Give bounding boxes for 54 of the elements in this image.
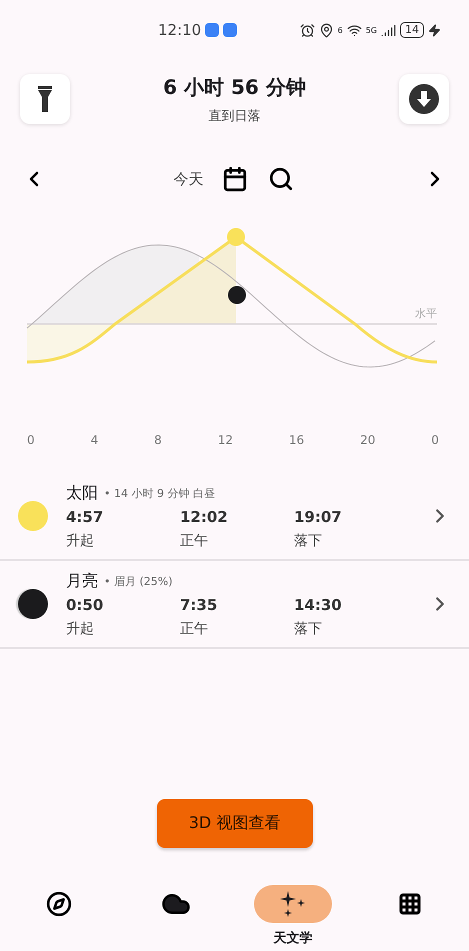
event-label: 正午 — [180, 620, 209, 638]
hour-tick: 20 — [360, 433, 376, 447]
download-button[interactable] — [398, 74, 449, 124]
moon-position-marker — [228, 286, 246, 304]
moon-icon — [18, 589, 48, 619]
event-label: 落下 — [294, 532, 323, 550]
signal-icon — [381, 22, 396, 38]
alarm-icon — [300, 22, 315, 38]
hour-tick: 16 — [288, 433, 304, 447]
nav-label: 天文学 — [274, 930, 313, 947]
event-time: 19:07 — [294, 508, 343, 526]
event-time: 7:35 — [180, 596, 218, 614]
hour-tick: 4 — [90, 433, 98, 447]
event-time: 14:30 — [294, 596, 343, 614]
status-time: 12:10 — [158, 21, 202, 39]
event-label: 升起 — [66, 620, 95, 638]
event-time: 12:02 — [180, 508, 229, 526]
celestial-body-row[interactable]: 月亮 • 眉月 (25%) 0:50 升起 7:35 正午 14:30 落下 — [0, 561, 469, 649]
hour-tick: 0 — [431, 433, 439, 447]
app-notification-icon — [223, 23, 238, 37]
event-time: 0:50 — [66, 596, 104, 614]
network-type: 5G — [366, 26, 377, 34]
sun-icon — [18, 501, 48, 531]
wifi-standard-label: 6 — [338, 26, 343, 34]
event-label: 升起 — [66, 532, 95, 550]
calendar-icon — [222, 166, 248, 192]
sun-position-marker — [227, 228, 245, 246]
search-icon — [268, 166, 294, 192]
wifi-icon — [346, 22, 362, 38]
body-detail: • 14 小时 9 分钟 白昼 — [104, 486, 215, 500]
body-name: 月亮 — [66, 570, 98, 592]
compass-icon — [46, 891, 72, 917]
celestial-body-row[interactable]: 太阳 • 14 小时 9 分钟 白昼 4:57 升起 12:02 正午 19:07 落下 — [0, 473, 469, 561]
flashlight-icon — [37, 86, 53, 112]
horizon-label: 水平 — [415, 306, 437, 321]
grid-icon — [398, 892, 422, 916]
hour-tick: 8 — [154, 433, 162, 447]
app-notification-icon — [205, 23, 220, 37]
flashlight-button[interactable] — [20, 74, 70, 124]
hour-tick: 0 — [27, 433, 35, 447]
hour-tick: 12 — [218, 433, 233, 447]
time-until-sunset: 6 小时 56 分钟 — [163, 74, 306, 100]
subtitle: 直到日落 — [208, 108, 260, 124]
battery-level: 14 — [400, 22, 424, 38]
event-label: 落下 — [294, 620, 323, 638]
event-label: 正午 — [180, 532, 209, 550]
3d-view-button[interactable]: 3D 视图查看 — [156, 799, 312, 848]
download-icon — [408, 84, 439, 114]
charging-icon — [428, 24, 441, 36]
body-name: 太阳 — [66, 482, 98, 504]
date-label: 今天 — [174, 170, 204, 188]
body-detail: • 眉月 (25%) — [104, 574, 173, 588]
location-icon — [318, 22, 334, 38]
event-time: 4:57 — [66, 508, 104, 526]
